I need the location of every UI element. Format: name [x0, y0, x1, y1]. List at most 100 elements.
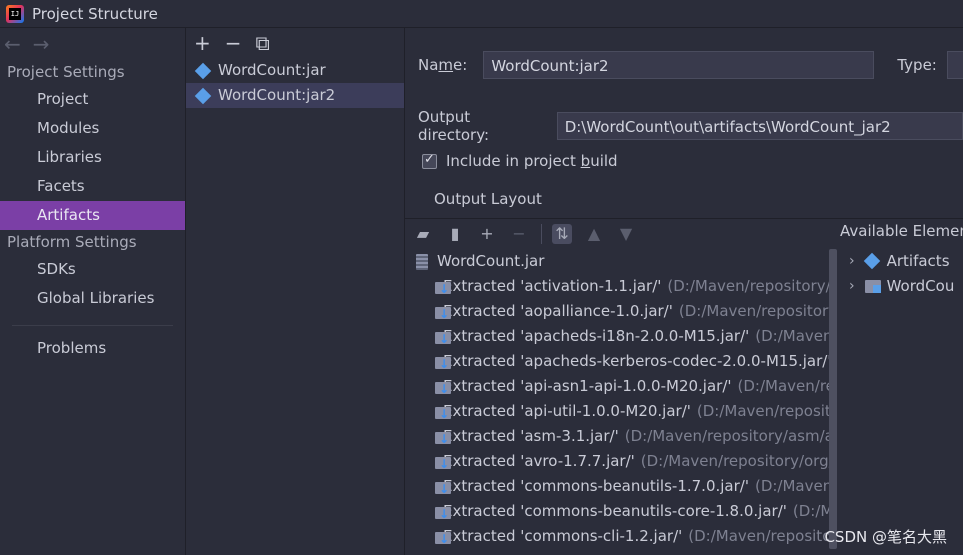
nav-item-modules[interactable]: Modules — [0, 114, 185, 143]
tree-item-extracted[interactable]: Extracted 'avro-1.7.7.jar/' (D:/Maven/rep… — [405, 449, 829, 477]
watermark: CSDN @笔名大黑 — [824, 528, 947, 546]
window-title: Project Structure — [32, 4, 158, 23]
artifact-list-item[interactable]: WordCount:jar — [186, 58, 404, 83]
available-artifacts-label: Artifacts — [886, 252, 950, 270]
tree-item-path: (D:/Maven/reposito — [696, 402, 829, 420]
artifact-label: WordCount:jar — [218, 61, 326, 79]
tree-item-label: Extracted 'commons-beanutils-1.7.0.jar/' — [443, 477, 749, 495]
scroll-thumb[interactable] — [829, 249, 837, 549]
nav-item-libraries[interactable]: Libraries — [0, 143, 185, 172]
tree-item-label: Extracted 'api-util-1.0.0-M20.jar/' — [443, 402, 691, 420]
jar-archive-icon — [416, 253, 428, 270]
type-label: Type: — [897, 56, 937, 74]
tree-root-jar[interactable]: WordCount.jar — [405, 249, 829, 274]
tree-root-label: WordCount.jar — [437, 252, 545, 270]
project-settings-heading: Project Settings — [7, 63, 125, 81]
new-directory-icon[interactable]: ▰ — [413, 224, 433, 244]
artifact-icon — [194, 62, 212, 79]
artifacts-list-pane: + − ⧉ WordCount:jar WordCount:jar2 — [186, 28, 405, 555]
artifact-label: WordCount:jar2 — [218, 86, 336, 104]
add-artifact-button[interactable]: + — [194, 31, 211, 55]
platform-settings-heading: Platform Settings — [7, 233, 137, 251]
tree-item-path: (D:/Maven/repository — [678, 302, 829, 320]
tree-item-label: Extracted 'apacheds-kerberos-codec-2.0.0… — [443, 352, 829, 370]
include-build-label: Include in project build — [446, 152, 618, 170]
nav-arrows: ← → — [0, 28, 185, 60]
remove-artifact-button[interactable]: − — [225, 31, 242, 55]
chevron-right-icon[interactable]: › — [849, 278, 855, 294]
move-up-icon[interactable]: ▲ — [584, 224, 604, 244]
output-dir-row: Output directory: D:\WordCount\out\artif… — [418, 108, 963, 144]
tree-item-label: Extracted 'commons-cli-1.2.jar/' — [443, 527, 683, 545]
chevron-right-icon[interactable]: › — [849, 253, 855, 269]
name-label: Name: — [418, 56, 468, 74]
title-bar: Project Structure — [0, 0, 963, 28]
settings-nav: ← → Project Settings Project Modules Lib… — [0, 28, 186, 555]
type-select[interactable] — [946, 51, 963, 79]
tree-item-extracted[interactable]: Extracted 'apacheds-i18n-2.0.0-M15.jar/'… — [405, 324, 829, 352]
tree-scrollbar[interactable] — [829, 249, 837, 555]
artifact-detail: Name: WordCount:jar2 Type: Output direct… — [405, 28, 963, 555]
artifacts-toolbar: + − ⧉ — [186, 28, 404, 58]
tree-item-path: (D:/Maven/repository/asm/as — [624, 427, 829, 445]
tree-item-label: Extracted 'apacheds-i18n-2.0.0-M15.jar/' — [443, 327, 750, 345]
nav-item-sdks[interactable]: SDKs — [0, 255, 185, 284]
tab-output-layout[interactable]: Output Layout — [434, 190, 542, 208]
nav-item-problems[interactable]: Problems — [0, 334, 185, 363]
add-element-icon[interactable]: + — [477, 224, 497, 244]
name-input[interactable]: WordCount:jar2 — [483, 51, 875, 79]
name-row: Name: WordCount:jar2 Type: — [418, 51, 963, 79]
tree-item-extracted[interactable]: Extracted 'apacheds-kerberos-codec-2.0.0… — [405, 349, 829, 377]
toolbar-divider — [541, 223, 542, 244]
tree-item-path: (D:/Maven/ — [755, 327, 829, 345]
tree-item-path: (D:/Maven/re — [737, 377, 829, 395]
sort-icon[interactable]: ⇅ — [552, 223, 572, 244]
tree-item-label: Extracted 'commons-beanutils-core-1.8.0.… — [443, 502, 787, 520]
intellij-logo-icon — [6, 4, 24, 23]
tree-item-extracted[interactable]: Extracted 'api-util-1.0.0-M20.jar/' (D:/M… — [405, 399, 829, 427]
tree-item-label: Extracted 'asm-3.1.jar/' — [443, 427, 619, 445]
tree-item-label: Extracted 'activation-1.1.jar/' — [443, 277, 662, 295]
tab-output-layout-label: Output Layout — [434, 190, 542, 208]
tree-items: Extracted 'activation-1.1.jar/' (D:/Maven… — [405, 274, 829, 552]
tree-item-extracted[interactable]: Extracted 'api-asn1-api-1.0.0-M20.jar/' (… — [405, 374, 829, 402]
nav-item-project[interactable]: Project — [0, 85, 185, 114]
nav-item-global-libraries[interactable]: Global Libraries — [0, 284, 185, 313]
artifact-icon — [863, 252, 880, 270]
available-elements-label: Available Elemen — [840, 222, 963, 240]
available-module-label: WordCou — [886, 277, 955, 295]
tree-item-path: (D:/Maven/repository/j — [667, 277, 829, 295]
remove-element-icon[interactable]: − — [509, 224, 529, 244]
tree-item-path: (D:/Ma — [792, 502, 829, 520]
tree-item-extracted[interactable]: Extracted 'activation-1.1.jar/' (D:/Maven… — [405, 274, 829, 302]
back-arrow-icon[interactable]: ← — [4, 32, 21, 56]
nav-item-artifacts[interactable]: Artifacts — [0, 201, 185, 230]
tree-item-label: Extracted 'api-asn1-api-1.0.0-M20.jar/' — [443, 377, 732, 395]
artifact-icon — [194, 87, 212, 104]
move-down-icon[interactable]: ▼ — [616, 224, 636, 244]
nav-divider — [12, 325, 173, 326]
output-dir-input[interactable]: D:\WordCount\out\artifacts\WordCount_jar… — [556, 112, 963, 140]
include-build-row[interactable]: Include in project build — [422, 152, 618, 170]
tree-item-extracted[interactable]: Extracted 'asm-3.1.jar/' (D:/Maven/reposi… — [405, 424, 829, 452]
tree-item-label: Extracted 'avro-1.7.7.jar/' — [443, 452, 635, 470]
tree-item-path: (D:/Maven/ — [754, 477, 829, 495]
available-artifacts[interactable]: › Artifacts — [849, 252, 963, 270]
copy-artifact-button[interactable]: ⧉ — [256, 31, 270, 55]
tree-item-extracted[interactable]: Extracted 'commons-beanutils-core-1.8.0.… — [405, 499, 829, 527]
tree-item-label: Extracted 'aopalliance-1.0.jar/' — [443, 302, 673, 320]
tree-item-path: (D:/Maven/repositor — [688, 527, 829, 545]
output-layout-tree: WordCount.jar Extracted 'activation-1.1.… — [405, 249, 829, 555]
available-module[interactable]: › WordCou — [849, 277, 963, 295]
include-build-checkbox[interactable] — [422, 152, 437, 169]
artifact-list-item-selected[interactable]: WordCount:jar2 — [186, 83, 404, 108]
tree-item-extracted[interactable]: Extracted 'commons-cli-1.2.jar/' (D:/Mave… — [405, 524, 829, 552]
tree-item-path: (D:/Maven/repository/org/ — [640, 452, 829, 470]
tree-item-extracted[interactable]: Extracted 'aopalliance-1.0.jar/' (D:/Mave… — [405, 299, 829, 327]
tree-item-extracted[interactable]: Extracted 'commons-beanutils-1.7.0.jar/'… — [405, 474, 829, 502]
nav-item-facets[interactable]: Facets — [0, 172, 185, 201]
archive-icon[interactable]: ▮ — [445, 224, 465, 244]
forward-arrow-icon[interactable]: → — [33, 32, 50, 56]
output-dir-label: Output directory: — [418, 108, 490, 144]
module-folder-icon — [864, 279, 881, 293]
